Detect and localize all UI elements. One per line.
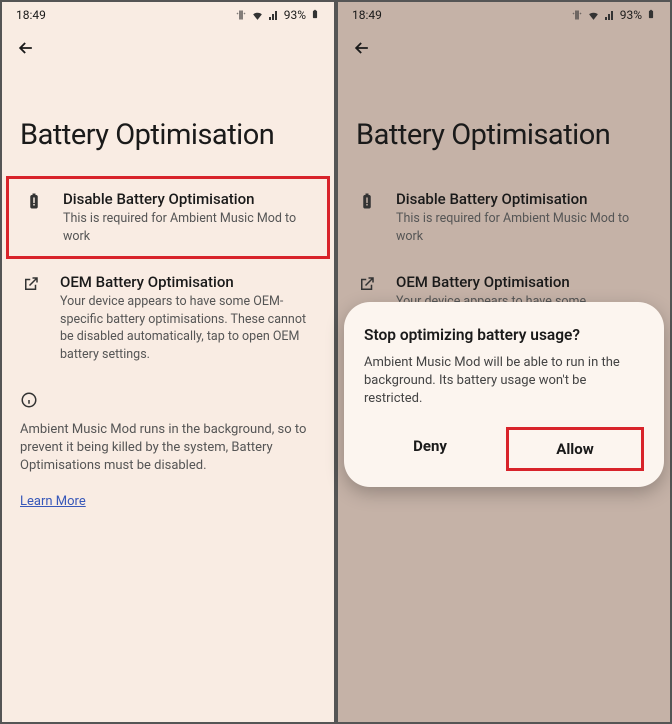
wifi-icon bbox=[251, 9, 264, 22]
back-button[interactable] bbox=[16, 38, 36, 58]
status-time: 18:49 bbox=[16, 8, 46, 22]
signal-icon bbox=[604, 9, 616, 21]
allow-button[interactable]: Allow bbox=[506, 427, 644, 471]
battery-alert-icon bbox=[23, 190, 45, 210]
item-subtitle: This is required for Ambient Music Mod t… bbox=[63, 210, 313, 245]
item-title: OEM Battery Optimisation bbox=[60, 273, 316, 291]
nav-bar bbox=[338, 28, 670, 68]
item-text: Disable Battery Optimisation This is req… bbox=[63, 190, 313, 245]
page-title: Battery Optimisation bbox=[338, 68, 670, 176]
item-title: Disable Battery Optimisation bbox=[396, 190, 652, 208]
back-button[interactable] bbox=[352, 38, 372, 58]
nav-bar bbox=[2, 28, 334, 68]
battery-icon bbox=[310, 7, 320, 24]
disable-battery-optimisation-item[interactable]: Disable Battery Optimisation This is req… bbox=[338, 176, 670, 259]
battery-pct: 93% bbox=[620, 8, 642, 22]
dialog-body: Ambient Music Mod will be able to run in… bbox=[364, 354, 644, 409]
deny-button[interactable]: Deny bbox=[364, 427, 496, 471]
learn-more-link[interactable]: Learn More bbox=[2, 494, 104, 509]
battery-alert-icon bbox=[356, 190, 378, 210]
open-external-icon bbox=[20, 273, 42, 293]
battery-usage-dialog: Stop optimizing battery usage? Ambient M… bbox=[344, 302, 664, 487]
item-subtitle: This is required for Ambient Music Mod t… bbox=[396, 210, 652, 245]
disable-battery-optimisation-item[interactable]: Disable Battery Optimisation This is req… bbox=[6, 176, 330, 259]
open-external-icon bbox=[356, 273, 378, 293]
status-right: 93% bbox=[235, 7, 320, 24]
wifi-icon bbox=[587, 9, 600, 22]
screen-right: 18:49 93% Battery Optimisation D bbox=[336, 0, 672, 724]
info-text: Ambient Music Mod runs in the background… bbox=[2, 421, 334, 490]
screen-left: 18:49 93% Battery Optimisation D bbox=[0, 0, 336, 724]
info-icon bbox=[2, 377, 334, 421]
battery-icon bbox=[646, 7, 656, 24]
page-title: Battery Optimisation bbox=[2, 68, 334, 176]
dialog-actions: Deny Allow bbox=[364, 427, 644, 471]
status-bar: 18:49 93% bbox=[338, 2, 670, 28]
item-text: Disable Battery Optimisation This is req… bbox=[396, 190, 652, 245]
vibrate-icon bbox=[235, 9, 247, 21]
battery-pct: 93% bbox=[284, 8, 306, 22]
item-text: OEM Battery Optimisation Your device app… bbox=[60, 273, 316, 363]
vibrate-icon bbox=[571, 9, 583, 21]
dialog-title: Stop optimizing battery usage? bbox=[364, 326, 644, 344]
item-title: OEM Battery Optimisation bbox=[396, 273, 652, 291]
status-bar: 18:49 93% bbox=[2, 2, 334, 28]
item-subtitle: Your device appears to have some OEM-spe… bbox=[60, 293, 316, 363]
item-title: Disable Battery Optimisation bbox=[63, 190, 313, 208]
oem-battery-optimisation-item[interactable]: OEM Battery Optimisation Your device app… bbox=[2, 259, 334, 377]
status-time: 18:49 bbox=[352, 8, 382, 22]
signal-icon bbox=[268, 9, 280, 21]
status-right: 93% bbox=[571, 7, 656, 24]
